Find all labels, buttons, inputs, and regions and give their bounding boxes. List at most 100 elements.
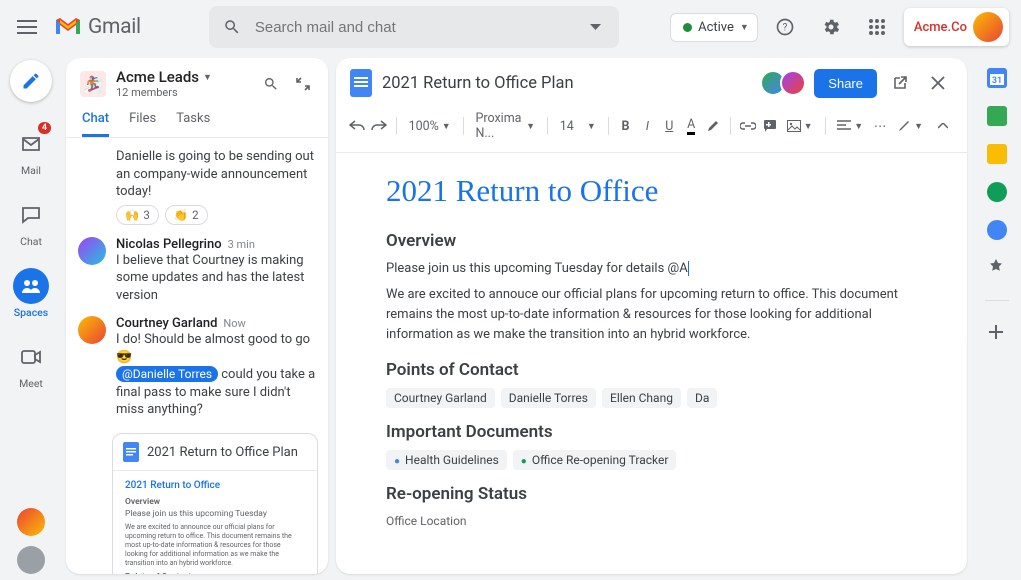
- tab-chat[interactable]: Chat: [82, 111, 109, 137]
- doc-attachment-card[interactable]: 2021 Return to Office Plan 2021 Return t…: [112, 433, 318, 574]
- compose-button[interactable]: [10, 60, 52, 102]
- nav-chat-label: Chat: [20, 235, 42, 248]
- settings-button[interactable]: [812, 8, 850, 46]
- addon-icon[interactable]: [987, 258, 1007, 278]
- chevron-down-icon[interactable]: ▼: [203, 72, 212, 83]
- search-icon: [263, 76, 279, 92]
- nav-meet[interactable]: Meet: [3, 331, 59, 400]
- message-avatar[interactable]: [78, 316, 106, 344]
- doc-chip[interactable]: Health Guidelines: [386, 450, 507, 470]
- rail-avatar-2[interactable]: [17, 546, 45, 574]
- external-icon: [892, 75, 908, 91]
- nav-chat[interactable]: Chat: [3, 189, 59, 258]
- space-search-button[interactable]: [256, 69, 286, 99]
- reaction-chip[interactable]: 🙌3: [116, 205, 159, 225]
- mention-chip[interactable]: @Danielle Torres: [116, 366, 218, 382]
- search-input[interactable]: [255, 19, 573, 36]
- editing-mode-button[interactable]: ▼: [893, 116, 927, 136]
- svg-text:31: 31: [992, 76, 1002, 86]
- contacts-addon[interactable]: [987, 220, 1007, 240]
- rail-avatar-1[interactable]: [17, 508, 45, 536]
- calendar-addon[interactable]: 31: [987, 68, 1007, 88]
- more-button[interactable]: ⋯: [871, 114, 889, 138]
- status-selector[interactable]: Active ▼: [670, 13, 758, 42]
- drive-addon[interactable]: [987, 106, 1007, 126]
- nav-spaces[interactable]: Spaces: [3, 260, 59, 329]
- reaction-chip[interactable]: 👏2: [165, 205, 208, 225]
- doc-title: 2021 Return to Office Plan: [382, 74, 574, 93]
- doc-body[interactable]: 2021 Return to Office Overview Please jo…: [336, 153, 967, 574]
- highlight-button[interactable]: [704, 114, 722, 138]
- space-title: Acme Leads: [116, 68, 199, 86]
- redo-icon: [371, 120, 387, 132]
- message-avatar[interactable]: [78, 237, 106, 265]
- gmail-logo[interactable]: Gmail: [54, 15, 141, 39]
- nav-mail[interactable]: 4 Mail: [3, 118, 59, 187]
- collapse-icon: [296, 77, 310, 91]
- doc-card-title: 2021 Return to Office Plan: [147, 445, 298, 460]
- keep-addon[interactable]: [987, 144, 1007, 164]
- search-bar[interactable]: [209, 6, 619, 48]
- italic-button[interactable]: I: [638, 114, 656, 138]
- collapse-toolbar-button[interactable]: [931, 114, 955, 138]
- comment-button[interactable]: [761, 114, 779, 138]
- apps-grid-icon: [868, 18, 886, 36]
- doc-heading-2: Overview: [386, 231, 917, 251]
- main-menu-button[interactable]: [8, 8, 46, 46]
- doc-subheading: Office Location: [386, 512, 917, 531]
- doc-preview: 2021 Return to Office Overview Please jo…: [113, 471, 317, 574]
- link-button[interactable]: [739, 114, 757, 138]
- text-color-button[interactable]: A: [682, 114, 700, 138]
- bold-button[interactable]: B: [617, 114, 635, 138]
- collaborator-avatars[interactable]: [766, 70, 806, 96]
- image-button[interactable]: ▼: [783, 117, 817, 135]
- chat-icon: [21, 206, 41, 224]
- align-button[interactable]: ▼: [833, 117, 867, 135]
- zoom-selector[interactable]: 100%▼: [405, 116, 455, 137]
- mail-icon: [21, 136, 41, 152]
- contact-chip[interactable]: Danielle Torres: [501, 388, 596, 408]
- apps-button[interactable]: [858, 8, 896, 46]
- gmail-icon: [54, 16, 82, 38]
- sender-name: Nicolas Pellegrino: [116, 237, 222, 252]
- open-external-button[interactable]: [885, 68, 915, 98]
- get-addons-button[interactable]: [987, 323, 1007, 343]
- image-icon: [787, 120, 801, 132]
- contact-chip[interactable]: Ellen Chang: [602, 388, 681, 408]
- close-icon: [931, 76, 945, 90]
- underline-button[interactable]: U: [660, 114, 678, 138]
- search-icon[interactable]: [217, 12, 247, 42]
- status-label: Active: [698, 20, 734, 35]
- mail-badge: 4: [38, 122, 51, 134]
- nav-meet-label: Meet: [19, 377, 43, 390]
- undo-button[interactable]: [348, 114, 366, 138]
- search-options-icon[interactable]: [581, 12, 611, 42]
- status-dot-icon: [683, 23, 692, 32]
- comment-icon: [763, 119, 777, 133]
- org-badge[interactable]: Acme.Co: [904, 8, 1009, 46]
- pencil-icon: [897, 119, 911, 133]
- side-panel-rail: 31: [973, 54, 1021, 580]
- nav-mail-label: Mail: [21, 164, 41, 177]
- doc-toolbar: 100%▼ Proxima N...▼ 14▼ B I U A ▼ ▼ ⋯ ▼: [336, 104, 967, 153]
- tab-files[interactable]: Files: [129, 111, 156, 137]
- doc-pane: 2021 Return to Office Plan Share 100%▼ P…: [336, 58, 967, 574]
- doc-heading-2: Re-opening Status: [386, 484, 917, 504]
- doc-chip[interactable]: Office Re-opening Tracker: [513, 450, 677, 470]
- share-button[interactable]: Share: [814, 69, 877, 98]
- spaces-icon: [21, 278, 41, 294]
- tasks-addon[interactable]: [987, 182, 1007, 202]
- user-avatar[interactable]: [973, 12, 1003, 42]
- font-selector[interactable]: Proxima N...▼: [471, 108, 539, 144]
- contact-chip[interactable]: Da: [687, 388, 717, 408]
- tab-tasks[interactable]: Tasks: [176, 111, 210, 137]
- help-button[interactable]: ?: [766, 8, 804, 46]
- meet-icon: [21, 350, 41, 364]
- font-size-selector[interactable]: 14▼: [556, 116, 600, 137]
- svg-text:?: ?: [782, 22, 787, 33]
- collapse-button[interactable]: [288, 69, 318, 99]
- contact-chip[interactable]: Courtney Garland: [386, 388, 495, 408]
- redo-button[interactable]: [370, 114, 388, 138]
- close-button[interactable]: [923, 68, 953, 98]
- doc-heading-2: Points of Contact: [386, 360, 917, 380]
